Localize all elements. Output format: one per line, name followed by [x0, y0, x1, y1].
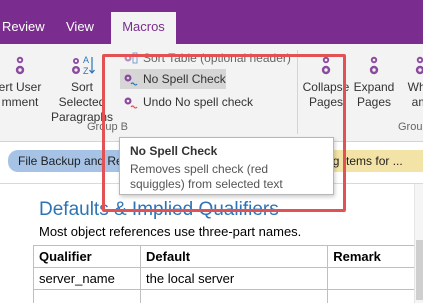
table-cell[interactable] — [32, 289, 142, 303]
sort-az-icon: A Z — [72, 55, 95, 76]
table-cell[interactable] — [140, 289, 329, 303]
table-cell[interactable] — [327, 289, 423, 303]
table-header-row: Qualifier Default Remark — [32, 245, 423, 268]
macro-gear-icon — [369, 56, 379, 75]
where-am-i-button[interactable]: Whe am — [400, 53, 423, 110]
table-header-qualifier: Qualifier — [32, 245, 142, 268]
expand-pages-label: Expand Pages — [353, 80, 395, 109]
svg-text:Z: Z — [83, 66, 89, 76]
highlight-frame — [102, 54, 346, 212]
insert-user-comment-label: ert User mment — [0, 80, 42, 109]
tab-macros[interactable]: Macros — [111, 12, 176, 45]
svg-text:A: A — [83, 55, 89, 65]
expand-pages-button[interactable]: Expand Pages — [352, 53, 396, 110]
group-label-right: Grou — [398, 121, 423, 133]
tab-review[interactable]: Review — [2, 12, 46, 44]
table-row — [32, 289, 423, 303]
page-subtitle: Most object references use three-part na… — [39, 224, 302, 239]
macro-gear-icon — [415, 56, 423, 75]
scrollbar-thumb[interactable] — [416, 240, 423, 300]
macro-gear-icon — [15, 56, 25, 75]
table-cell[interactable]: the local server — [140, 267, 329, 290]
ribbon-tab-bar: Review View Macros — [0, 0, 423, 45]
table-header-remark: Remark — [327, 245, 423, 268]
table-cell[interactable] — [327, 267, 423, 290]
insert-user-comment-button[interactable]: ert User mment — [0, 53, 48, 110]
qualifiers-table: Qualifier Default Remark server_name the… — [32, 245, 423, 303]
table-cell[interactable]: server_name — [32, 267, 142, 290]
table-row: server_name the local server — [32, 267, 423, 290]
where-am-i-label: Whe am — [407, 80, 423, 109]
table-header-default: Default — [140, 245, 329, 268]
vertical-scrollbar[interactable] — [414, 184, 423, 303]
tab-view[interactable]: View — [66, 12, 106, 44]
